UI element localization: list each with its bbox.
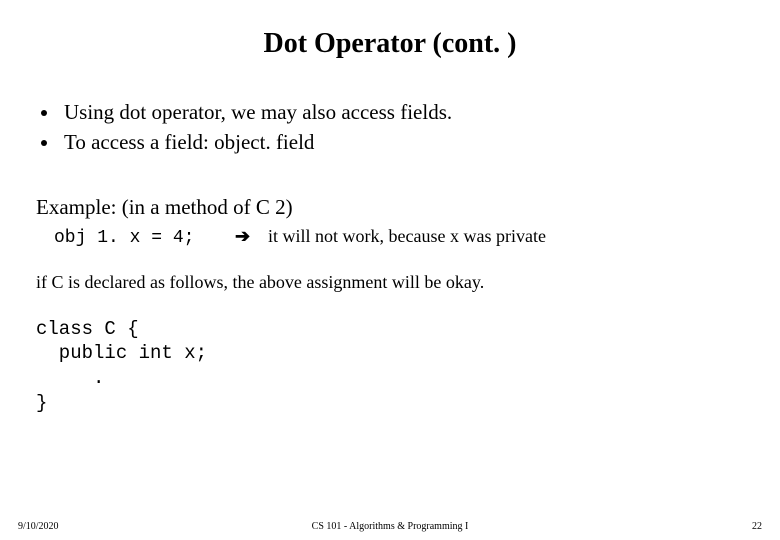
code-statement: obj 1. x = 4;: [54, 228, 194, 248]
code-note: it will not work, because x was private: [268, 226, 546, 246]
slide: Dot Operator (cont. ) Using dot operator…: [0, 0, 780, 540]
arrow-icon: ➔: [235, 226, 250, 246]
bullet-item: To access a field: object. field: [60, 128, 744, 156]
footer: 9/10/2020 CS 101 - Algorithms & Programm…: [0, 521, 780, 532]
slide-title: Dot Operator (cont. ): [36, 28, 744, 60]
footer-date: 9/10/2020: [18, 521, 59, 532]
bullet-item: Using dot operator, we may also access f…: [60, 98, 744, 126]
code-line: obj 1. x = 4; ➔ it will not work, becaus…: [54, 226, 744, 248]
code-block: class C { public int x; . }: [36, 317, 744, 416]
followup-text: if C is declared as follows, the above a…: [36, 272, 744, 293]
example-label: Example: (in a method of C 2): [36, 195, 744, 220]
bullet-list: Using dot operator, we may also access f…: [36, 98, 744, 157]
footer-page: 22: [752, 521, 762, 532]
footer-course: CS 101 - Algorithms & Programming I: [312, 521, 469, 532]
